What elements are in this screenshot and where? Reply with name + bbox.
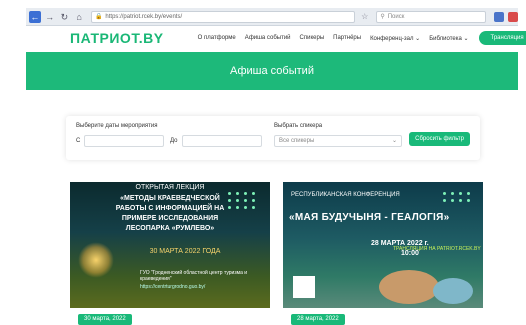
reset-filter-button[interactable]: Сбросить фильтр (409, 132, 470, 146)
event-date-badge: 30 марта, 2022 (78, 314, 132, 325)
rock-graphic (433, 278, 473, 304)
site-header: ПАТРИОТ.BY О платформе Афиша событий Спи… (26, 26, 526, 50)
reload-icon[interactable]: ↻ (58, 11, 70, 23)
browser-toolbar: ← → ↻ ⌂ 🔒 https://patriot.rcek.by/events… (26, 8, 518, 26)
nav-item-events[interactable]: Афиша событий (245, 35, 291, 42)
address-bar[interactable]: 🔒 https://patriot.rcek.by/events/ (90, 10, 356, 23)
nav-item-library[interactable]: Библиотека ⌄ (429, 35, 468, 42)
url-text: https://patriot.rcek.by/events/ (105, 13, 183, 20)
event-type: ОТКРЫТАЯ ЛЕКЦИЯ (135, 184, 205, 191)
event-organizer: ГУО "Гродненский областной центр туризма… (140, 270, 248, 282)
forward-icon[interactable]: → (44, 11, 56, 23)
qr-code (293, 276, 315, 298)
rock-graphic (379, 270, 439, 304)
event-title-line: «МЕТОДЫ КРАЕВЕДЧЕСКОЙ (120, 195, 220, 202)
event-card-conference[interactable]: РЕСПУБЛИКАНСКАЯ КОНФЕРЕНЦИЯ «МАЯ БУДУЧЫН… (283, 182, 483, 308)
dates-label: Выберите даты мероприятия (76, 123, 158, 129)
broadcast-button[interactable]: Трансляция (478, 31, 526, 45)
account-icon[interactable] (507, 11, 518, 22)
browser-search-placeholder: Поиск (387, 13, 405, 20)
bookmark-star-icon[interactable]: ☆ (361, 12, 368, 21)
event-filter-panel: Выберите даты мероприятия С До Выбрать с… (66, 116, 480, 160)
main-nav: О платформе Афиша событий Спикеры Партнё… (198, 35, 469, 42)
broadcast-note: ТРАНСЛЯЦИЯ НА PATRIOT.RCEK.BY (393, 246, 481, 252)
back-icon[interactable]: ← (29, 10, 41, 23)
chevron-down-icon: ⌄ (391, 138, 397, 144)
event-date-text: 30 МАРТА 2022 ГОДА (149, 248, 221, 255)
nav-item-conference-hall[interactable]: Конференц-зал ⌄ (370, 35, 420, 42)
date-from-input[interactable] (84, 135, 164, 147)
left-margin (0, 0, 26, 325)
event-title-line: ЛЕСОПАРКА «РУМЛЕВО» (125, 225, 215, 232)
home-icon[interactable]: ⌂ (73, 11, 85, 23)
event-card-lecture[interactable]: ОТКРЫТАЯ ЛЕКЦИЯ «МЕТОДЫ КРАЕВЕДЧЕСКОЙ РА… (70, 182, 270, 308)
event-site-link[interactable]: https://centrturgrodno.guo.by/ (140, 284, 266, 290)
nav-item-about[interactable]: О платформе (198, 35, 236, 42)
sunlight-graphic (78, 242, 114, 278)
from-prefix: С (76, 138, 81, 144)
event-title-line: ПРИМЕРЕ ИССЛЕДОВАНИЯ (121, 215, 219, 222)
search-icon: ⚲ (380, 14, 385, 20)
nav-item-partners[interactable]: Партнёры (333, 35, 361, 42)
event-title-line: РАБОТЫ С ИНФОРМАЦИЕЙ НА (115, 205, 225, 212)
site-logo[interactable]: ПАТРИОТ.BY (70, 30, 164, 46)
nav-item-speakers[interactable]: Спикеры (300, 35, 325, 42)
page-title: Афиша событий (230, 65, 314, 77)
lock-icon: 🔒 (94, 14, 103, 20)
browser-search-input[interactable]: ⚲ Поиск (376, 10, 486, 23)
to-prefix: До (170, 138, 178, 144)
speaker-select-value: Все спикеры (279, 138, 315, 144)
speaker-label: Выбрать спикера (274, 123, 323, 129)
date-to-input[interactable] (182, 135, 262, 147)
event-date-badge: 28 марта, 2022 (291, 314, 345, 325)
event-type: РЕСПУБЛИКАНСКАЯ КОНФЕРЕНЦИЯ (291, 192, 400, 198)
extension-icon[interactable] (493, 11, 504, 22)
event-title: «МАЯ БУДУЧЫНЯ - ГЕАЛОГІЯ» (289, 212, 450, 223)
speaker-select[interactable]: Все спикеры ⌄ (274, 135, 402, 147)
hero-banner: Афиша событий (26, 52, 518, 90)
